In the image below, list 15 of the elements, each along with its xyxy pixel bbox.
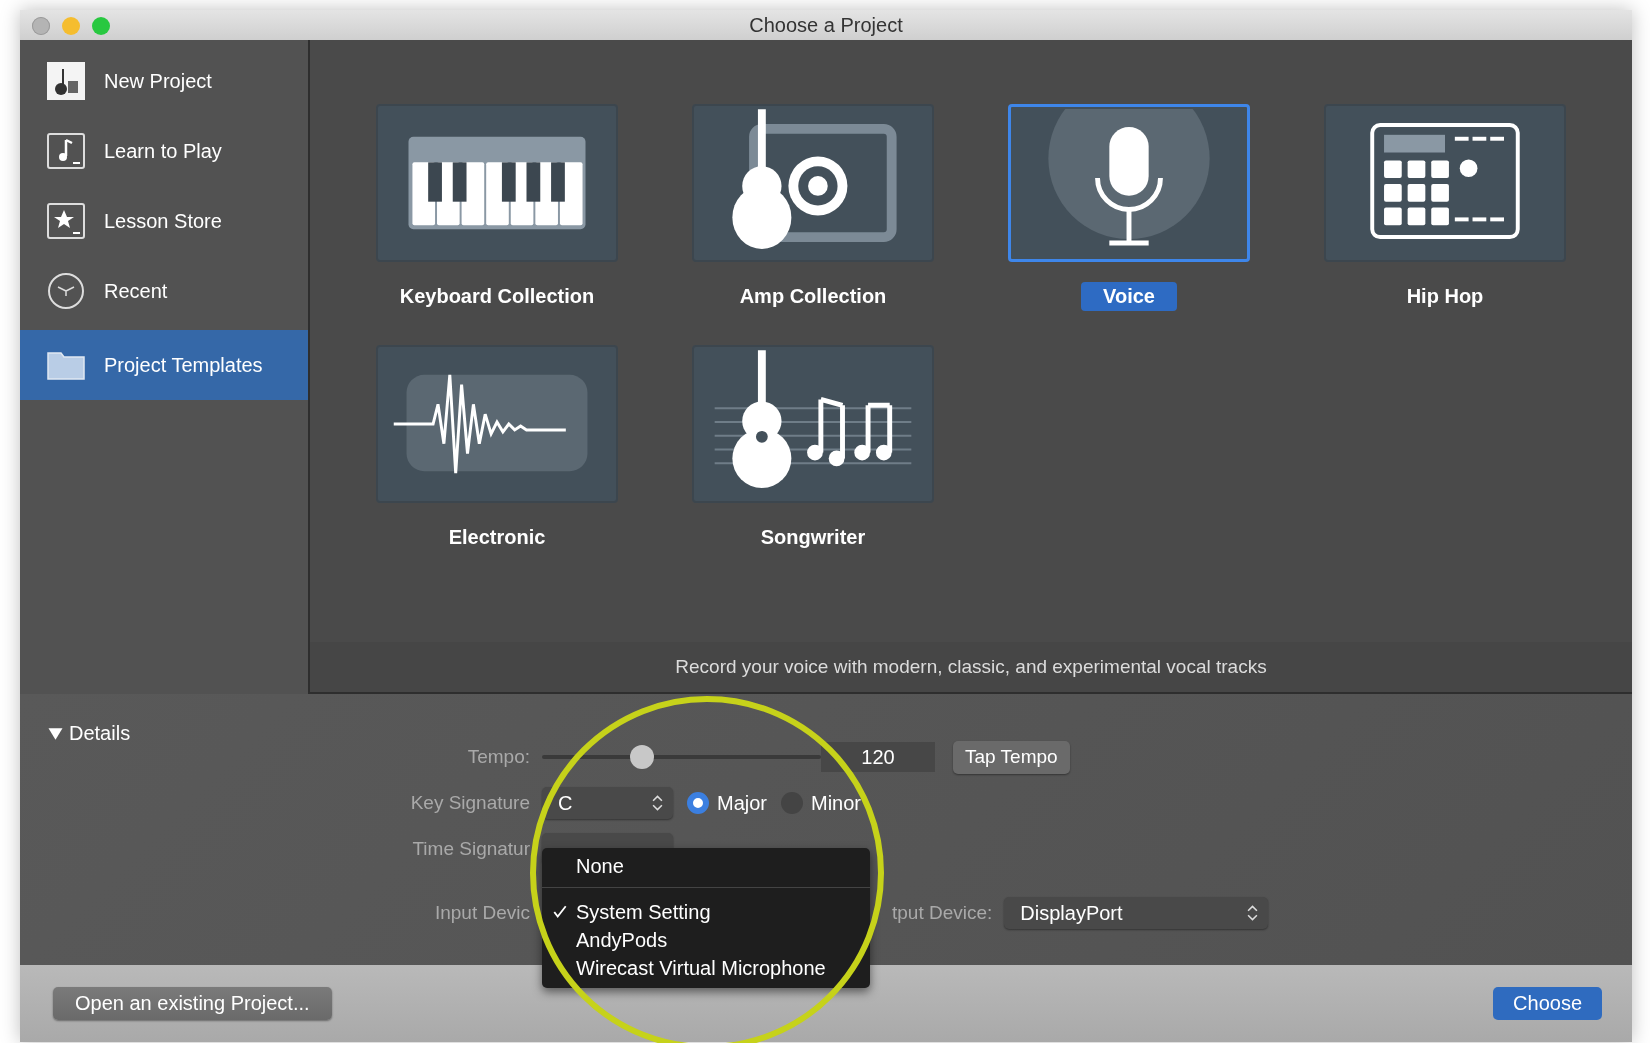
template-label: Voice [1081, 282, 1177, 311]
time-signature-label: Time Signatur [411, 838, 530, 860]
template-label: Songwriter [759, 525, 867, 550]
tempo-label: Tempo: [466, 746, 530, 768]
template-label: Keyboard Collection [398, 284, 596, 309]
template-description: Record your voice with modern, classic, and experimental vocal tracks [675, 656, 1267, 678]
radio-label: Minor [811, 791, 862, 815]
template-label: Hip Hop [1405, 284, 1485, 309]
window-title: Choose a Project [749, 13, 903, 37]
output-device-label: tput Device: [892, 902, 993, 924]
template-label: Amp Collection [738, 284, 888, 309]
input-device-label: Input Devic [433, 902, 530, 924]
template-label: Electronic [447, 525, 547, 550]
radio-label: Major [717, 791, 767, 815]
key-signature-label: Key Signature [409, 792, 530, 814]
